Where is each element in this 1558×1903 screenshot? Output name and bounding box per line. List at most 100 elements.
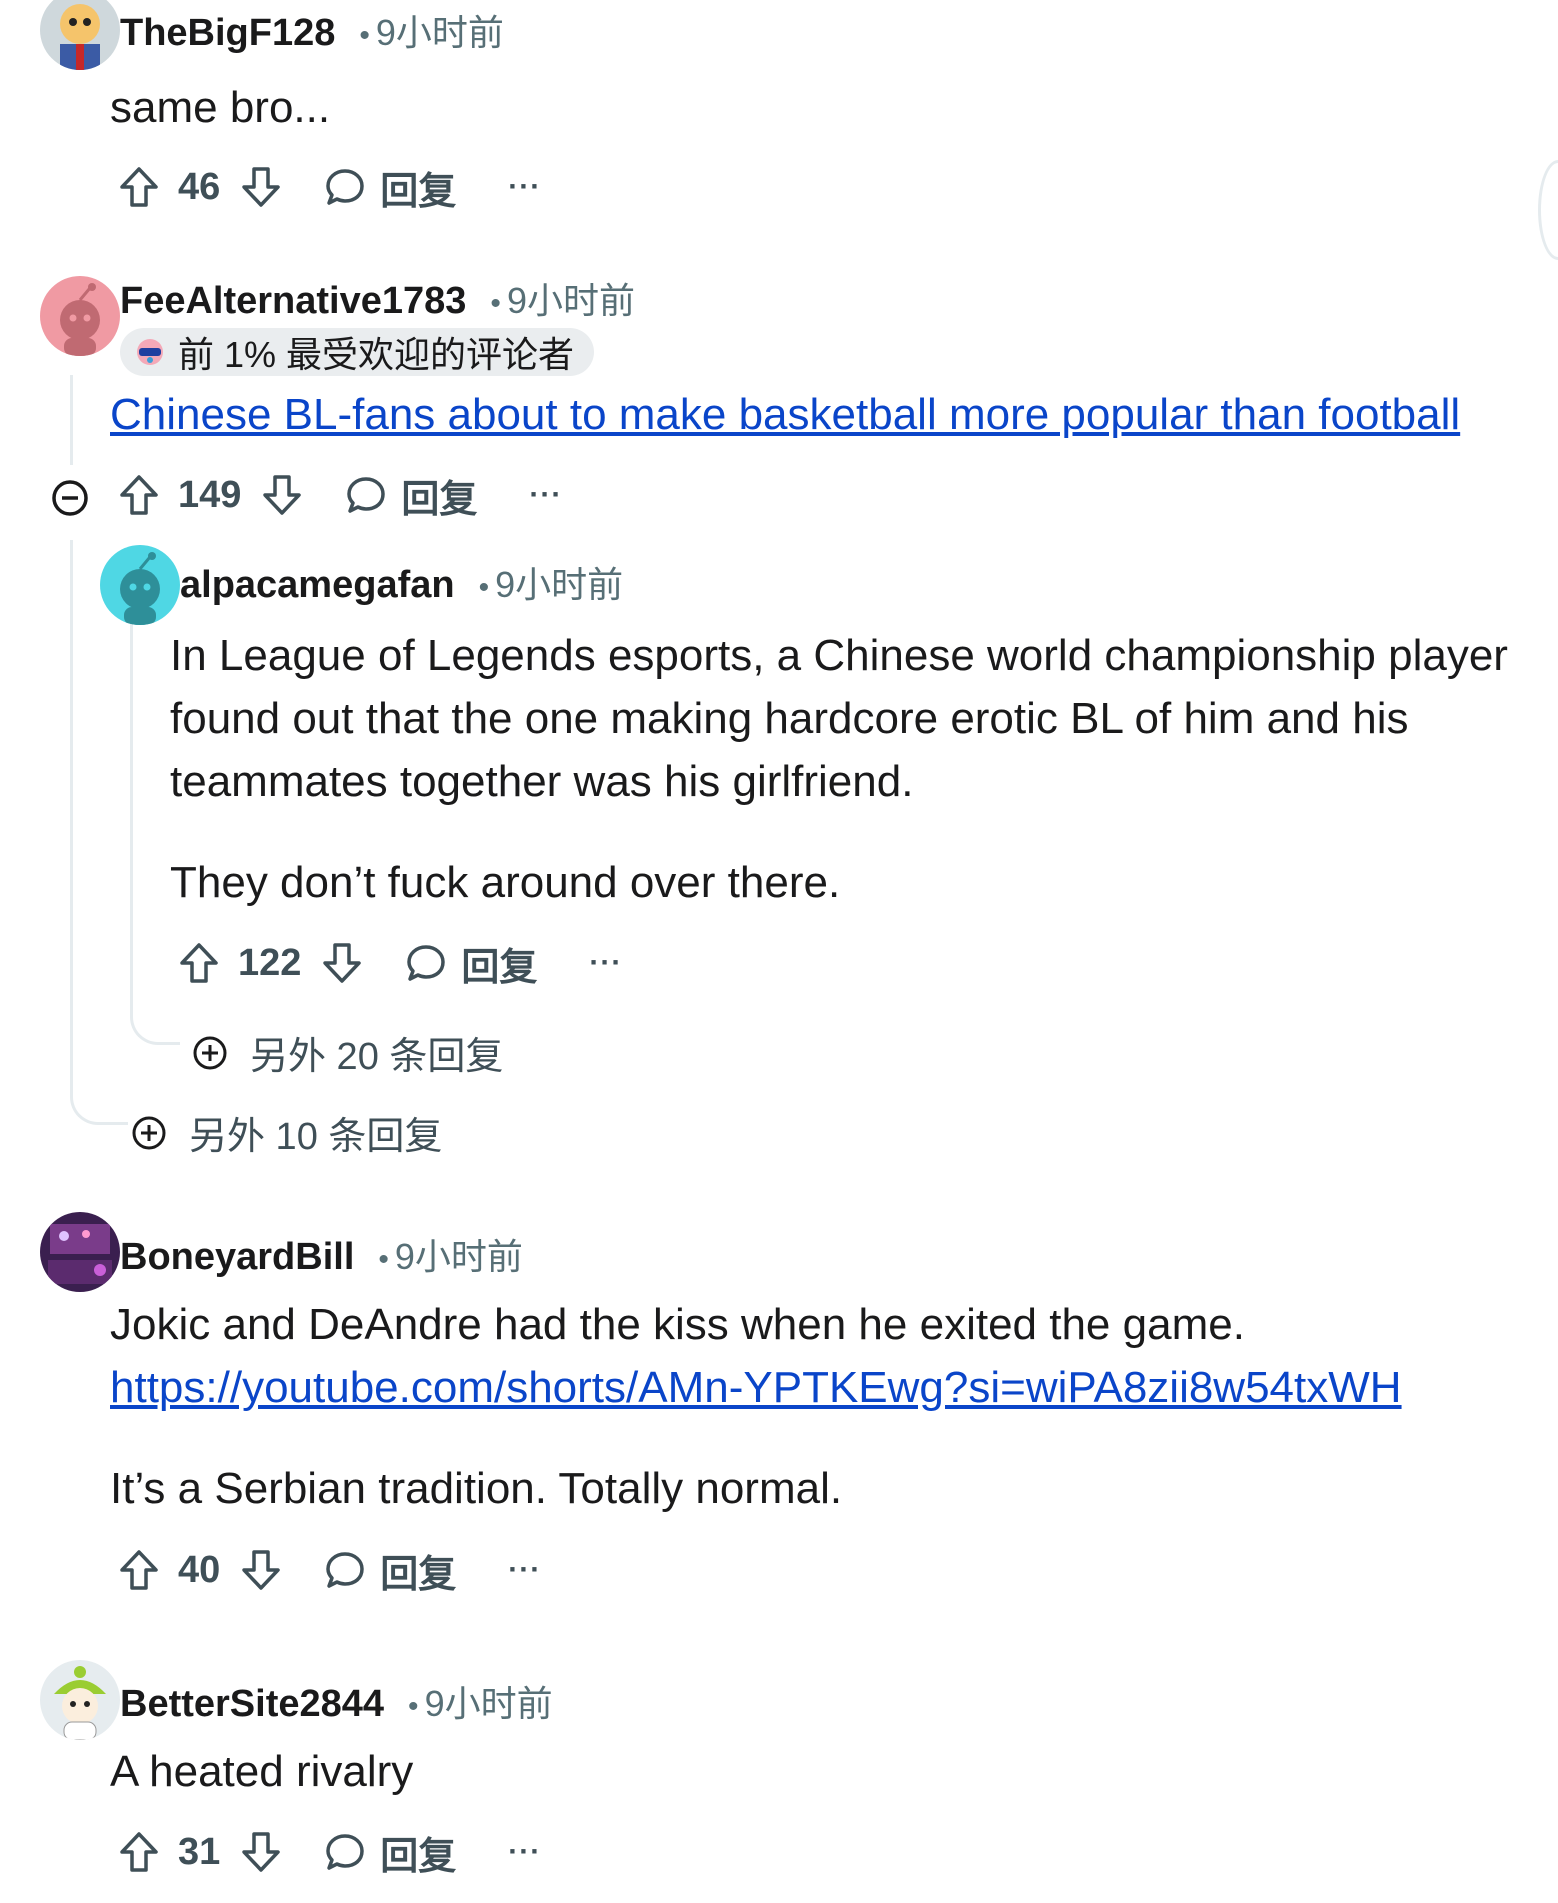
- avatar[interactable]: [100, 545, 180, 625]
- avatar[interactable]: [40, 1660, 120, 1740]
- arrow-down-icon: [263, 475, 302, 515]
- vote-count: 122: [238, 941, 302, 984]
- reply-button[interactable]: 回复: [345, 468, 477, 523]
- user-flair: 前 1% 最受欢迎的评论者: [120, 328, 595, 376]
- reply-label: 回复: [461, 946, 538, 989]
- upvote-button[interactable]: [118, 165, 160, 209]
- more-replies-button[interactable]: 另外 10 条回复: [131, 1105, 442, 1160]
- speech-bubble-icon: [407, 945, 446, 981]
- comment-link[interactable]: Chinese BL-fans about to make basketball…: [110, 390, 1460, 439]
- separator-dot: •: [359, 19, 370, 52]
- more-options-button[interactable]: ···: [508, 170, 541, 204]
- avatar[interactable]: [40, 276, 120, 356]
- vote-count: 149: [178, 473, 242, 516]
- vote-count: 31: [178, 1830, 221, 1873]
- avatar-image-boneyardbill: [40, 1212, 120, 1292]
- arrow-up-icon: [180, 943, 218, 983]
- reply-button[interactable]: 回复: [324, 1543, 456, 1598]
- arrow-down-icon: [242, 1550, 281, 1590]
- avatar[interactable]: [40, 0, 120, 70]
- arrow-down-icon: [242, 1832, 281, 1872]
- comment-body-paragraph: It’s a Serbian tradition. Totally normal…: [110, 1464, 843, 1513]
- arrow-up-icon: [120, 1550, 158, 1590]
- collapse-thread-button[interactable]: [51, 479, 89, 522]
- minus-circle-icon: [52, 480, 88, 516]
- avatar[interactable]: [40, 1212, 120, 1292]
- separator-dot: •: [478, 571, 490, 604]
- avatar-image-bettersite2844: [40, 1660, 120, 1740]
- downvote-button[interactable]: [240, 165, 282, 209]
- more-replies-label: 另外 10 条回复: [189, 1116, 443, 1158]
- arrow-up-icon: [120, 475, 158, 515]
- timestamp[interactable]: 9小时前: [507, 272, 635, 324]
- reply-button[interactable]: 回复: [405, 936, 537, 991]
- comment-actions: 46 回复 ···: [118, 157, 541, 217]
- downvote-button[interactable]: [321, 941, 363, 985]
- username[interactable]: BetterSite2844: [120, 1683, 384, 1726]
- more-options-button[interactable]: ···: [589, 946, 622, 980]
- comment-header: BoneyardBill • 9小时前: [120, 1228, 523, 1280]
- timestamp[interactable]: 9小时前: [425, 1675, 553, 1727]
- downvote-button[interactable]: [261, 473, 303, 517]
- comment-header: alpacamegafan • 9小时前: [180, 556, 623, 608]
- arrow-down-icon: [323, 943, 362, 983]
- separator-dot: •: [490, 287, 501, 320]
- timestamp[interactable]: 9小时前: [495, 556, 623, 608]
- reply-button[interactable]: 回复: [324, 1825, 456, 1880]
- arrow-up-icon: [120, 1832, 158, 1872]
- comment-actions: 122 回复 ···: [178, 933, 622, 993]
- comment-header: TheBigF128 • 9小时前: [120, 4, 504, 56]
- more-options-button[interactable]: ···: [508, 1835, 541, 1869]
- comment-body-paragraph: They don’t fuck around over there.: [170, 858, 841, 907]
- scroll-edge-tab[interactable]: [1538, 160, 1558, 260]
- avatar-image-alpacamegafan: [100, 545, 180, 625]
- avatar-image-feealternative1783: [40, 276, 120, 356]
- comment-actions: 40 回复 ···: [118, 1540, 541, 1600]
- comment-actions: 31 回复 ···: [118, 1822, 541, 1882]
- username[interactable]: FeeAlternative1783: [120, 280, 466, 323]
- username[interactable]: BoneyardBill: [120, 1236, 354, 1279]
- avatar-image-thebigf128: [40, 0, 120, 70]
- comment-body: Chinese BL-fans about to make basketball…: [110, 383, 1460, 446]
- comment-body: Jokic and DeAndre had the kiss when he e…: [110, 1293, 1402, 1419]
- upvote-button[interactable]: [118, 473, 160, 517]
- comment-body-line: Jokic and DeAndre had the kiss when he e…: [110, 1300, 1245, 1349]
- reply-label: 回复: [380, 170, 457, 213]
- speech-bubble-icon: [347, 477, 386, 513]
- more-replies-button[interactable]: 另外 20 条回复: [192, 1025, 503, 1080]
- upvote-button[interactable]: [118, 1548, 160, 1592]
- timestamp[interactable]: 9小时前: [376, 4, 504, 56]
- comment-body-line: teammates together was his girlfriend.: [170, 757, 914, 806]
- reply-button[interactable]: 回复: [324, 160, 456, 215]
- timestamp[interactable]: 9小时前: [395, 1228, 523, 1280]
- reply-label: 回复: [380, 1835, 457, 1878]
- flair-label: 前 1% 最受欢迎的评论者: [178, 334, 575, 375]
- comment-body: A heated rivalry: [110, 1747, 414, 1796]
- downvote-button[interactable]: [240, 1548, 282, 1592]
- arrow-up-icon: [120, 167, 158, 207]
- more-options-button[interactable]: ···: [508, 1553, 541, 1587]
- separator-dot: •: [378, 1243, 389, 1276]
- reply-label: 回复: [380, 1553, 457, 1596]
- username[interactable]: TheBigF128: [120, 12, 335, 55]
- comment-actions: 149 回复 ···: [118, 465, 562, 525]
- more-options-button[interactable]: ···: [529, 478, 562, 512]
- separator-dot: •: [408, 1690, 419, 1723]
- upvote-button[interactable]: [178, 941, 220, 985]
- vote-count: 46: [178, 165, 221, 208]
- comment-header: BetterSite2844 • 9小时前: [120, 1675, 553, 1727]
- thread-curve-c2: [70, 540, 128, 1125]
- username[interactable]: alpacamegafan: [180, 564, 455, 607]
- comment-header: FeeAlternative1783 • 9小时前: [120, 272, 635, 324]
- comment-thread: TheBigF128 • 9小时前 same bro... 46 回复 ···: [0, 0, 1558, 1903]
- reply-label: 回复: [401, 478, 478, 521]
- speech-bubble-icon: [326, 169, 365, 205]
- downvote-button[interactable]: [240, 1830, 282, 1874]
- vote-count: 40: [178, 1548, 221, 1591]
- speech-bubble-icon: [326, 1834, 365, 1870]
- plus-circle-icon: [132, 1116, 166, 1149]
- upvote-button[interactable]: [118, 1830, 160, 1874]
- comment-link[interactable]: https://youtube.com/shorts/AMn-YPTKEwg?s…: [110, 1363, 1402, 1412]
- comment-body-line: found out that the one making hardcore e…: [170, 694, 1409, 743]
- top-commenter-badge-icon: [137, 339, 163, 365]
